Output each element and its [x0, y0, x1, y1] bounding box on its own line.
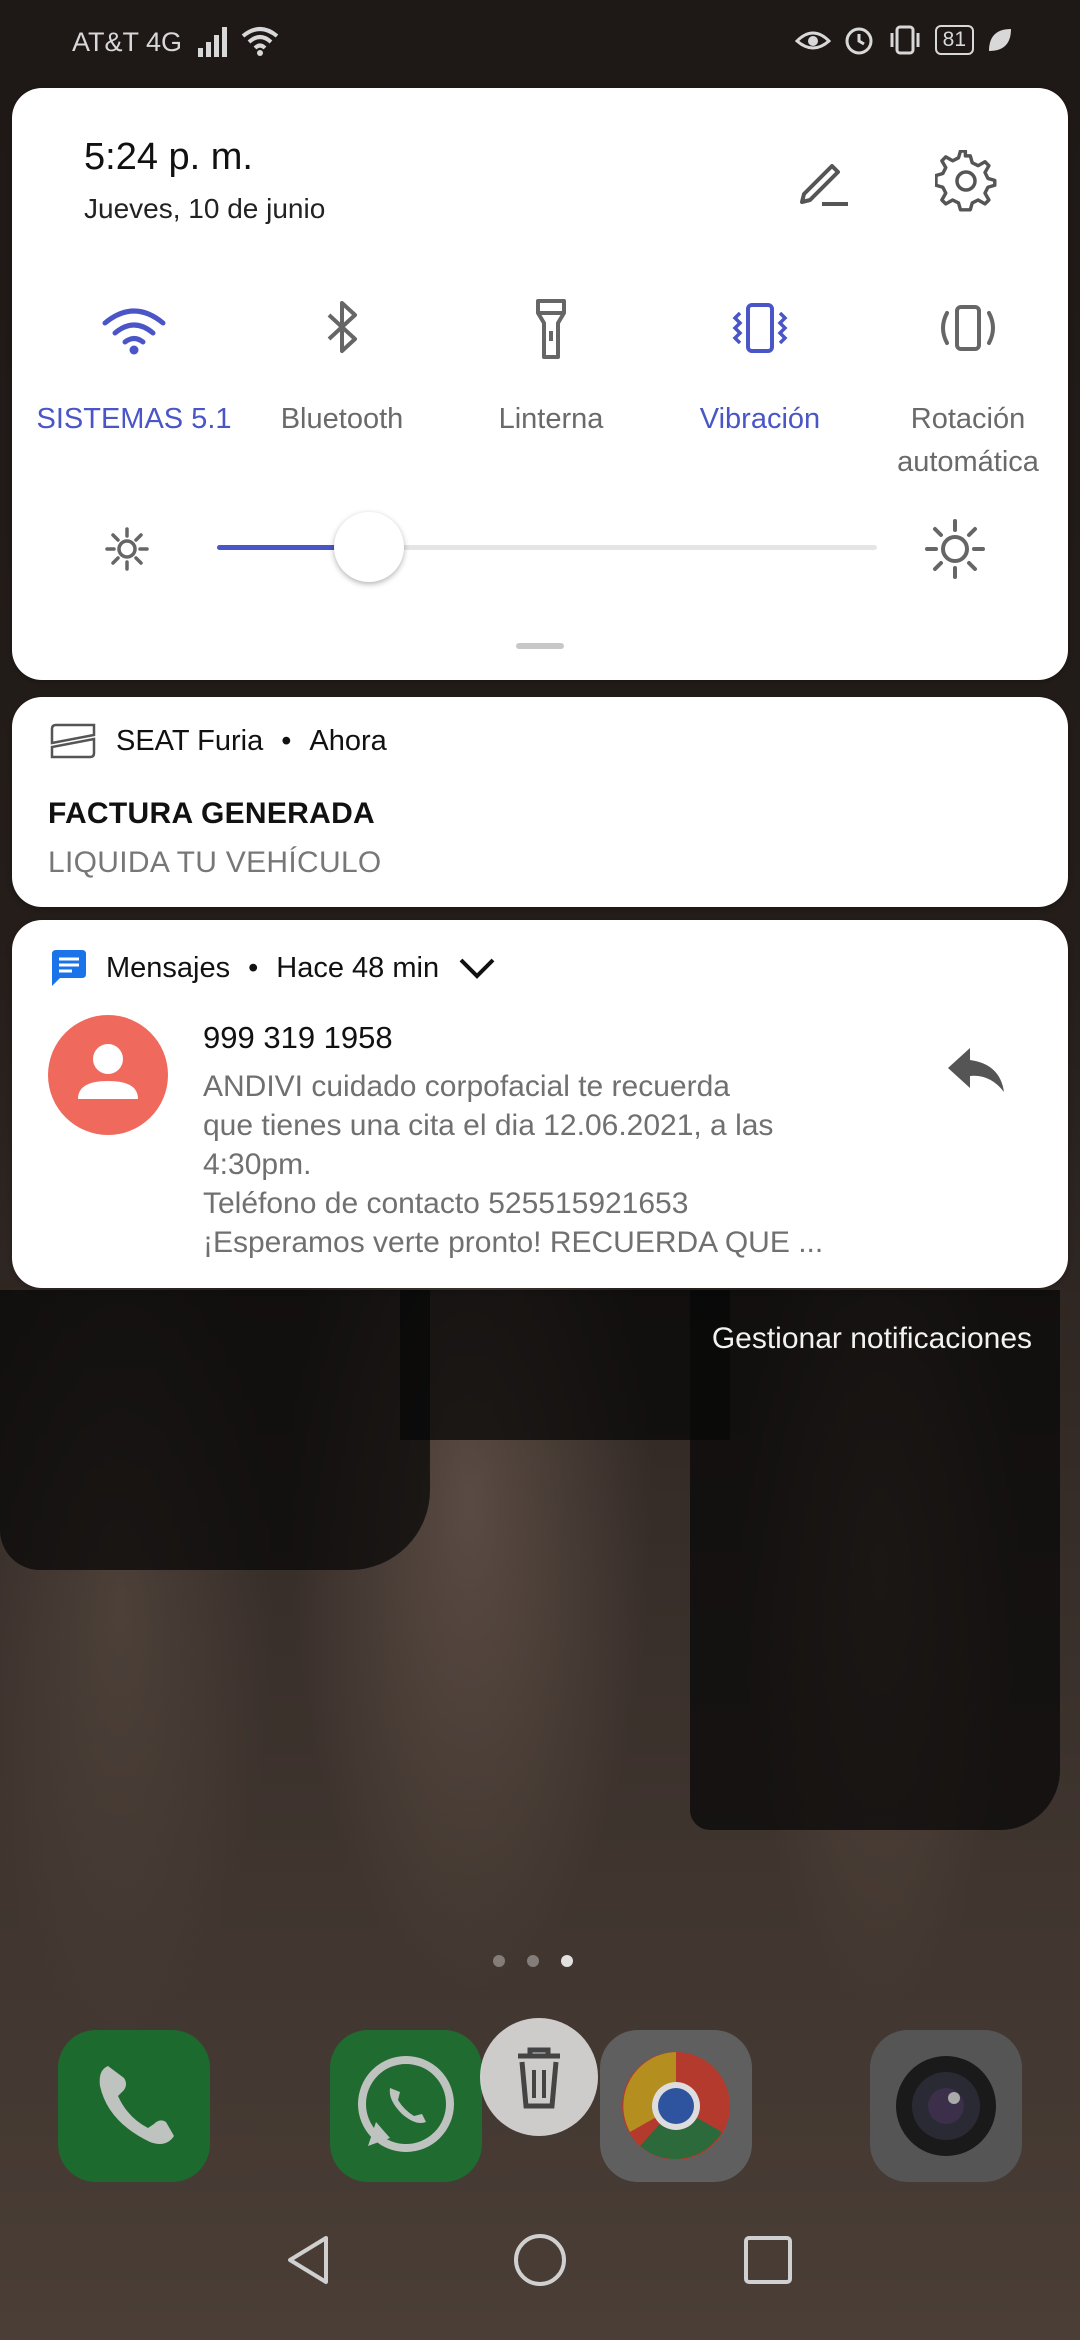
alarm-icon [845, 27, 873, 55]
separator-dot: • [281, 724, 292, 757]
status-bar: AT&T 4G 81 [0, 0, 1080, 88]
tile-label: Vibración [699, 403, 821, 435]
leaf-icon [989, 29, 1011, 51]
chrome-app-icon[interactable] [600, 2030, 752, 2182]
notification-time: Ahora [309, 724, 387, 757]
tile-wifi[interactable]: SISTEMAS 5.1 [29, 293, 239, 441]
tile-flashlight[interactable]: Linterna [446, 293, 656, 441]
quick-settings-panel: 5:24 p. m. Jueves, 10 de junio SISTEMAS … [12, 88, 1068, 680]
camera-app-icon[interactable] [870, 2030, 1022, 2182]
wifi-icon [241, 27, 279, 56]
notification-text: LIQUIDA TU VEHÍCULO [48, 846, 382, 879]
home-icon[interactable] [510, 2230, 570, 2290]
page-dot [527, 1955, 539, 1967]
delete-button[interactable] [480, 2018, 598, 2136]
seat-logo-icon [50, 723, 96, 759]
page-dot [493, 1955, 505, 1967]
flashlight-icon [536, 299, 566, 359]
clock-date: Jueves, 10 de junio [84, 193, 326, 224]
notification-messages[interactable]: Mensajes • Hace 48 min 999 319 1958 ANDI… [12, 920, 1068, 1288]
message-line: ANDIVI cuidado corpofacial te recuerda [203, 1070, 730, 1103]
notification-title: FACTURA GENERADA [48, 797, 376, 830]
brightness-low-icon [105, 527, 149, 571]
notification-time: Hace 48 min [276, 951, 440, 984]
manage-notifications-link[interactable]: Gestionar notificaciones [712, 1322, 1032, 1356]
message-line: ¡Esperamos verte pronto! RECUERDA QUE ..… [203, 1226, 824, 1259]
notification-seat[interactable]: SEAT Furia • Ahora FACTURA GENERADA LIQU… [12, 697, 1068, 907]
person-icon [78, 1044, 138, 1099]
clock-time: 5:24 p. m. [84, 136, 253, 178]
battery-icon: 81 [934, 25, 974, 55]
notification-app-name: Mensajes [106, 951, 231, 984]
brightness-slider[interactable] [217, 512, 877, 582]
tile-auto-rotate[interactable]: Rotación automática [863, 293, 1073, 484]
wifi-icon [102, 308, 166, 355]
page-dot-active [561, 1955, 573, 1967]
messages-app-icon [52, 950, 86, 986]
brightness-high-icon [925, 519, 985, 579]
edit-icon[interactable] [792, 150, 852, 210]
avatar [48, 1015, 168, 1135]
recents-icon[interactable] [738, 2230, 798, 2290]
notification-header: SEAT Furia • Ahora [48, 721, 387, 761]
eye-comfort-icon [794, 31, 831, 50]
navigation-bar [0, 2180, 1080, 2340]
vibrate-icon [732, 303, 788, 353]
carrier-label: AT&T 4G [72, 27, 183, 57]
notification-app-name: SEAT Furia [116, 724, 264, 757]
tile-bluetooth[interactable]: Bluetooth [237, 293, 447, 441]
auto-rotate-icon [941, 305, 995, 351]
tile-label: Bluetooth [280, 403, 404, 435]
whatsapp-app-icon[interactable] [330, 2030, 482, 2182]
tile-label: Rotación automática [897, 403, 1039, 478]
tile-label: SISTEMAS 5.1 [36, 403, 232, 435]
phone-app-icon[interactable] [58, 2030, 210, 2182]
brightness-thumb[interactable] [333, 512, 404, 582]
back-icon[interactable] [278, 2230, 338, 2290]
separator-dot: • [248, 951, 259, 984]
brightness-row [12, 508, 1068, 588]
bluetooth-icon [327, 301, 357, 353]
reply-icon[interactable] [942, 1042, 1008, 1098]
vibrate-icon [890, 25, 920, 55]
tile-label: Linterna [498, 403, 604, 435]
message-sender: 999 319 1958 [203, 1020, 393, 1055]
notification-header: Mensajes • Hace 48 min [48, 948, 497, 988]
message-line: Teléfono de contacto 525515921653 [203, 1187, 689, 1220]
tile-vibration[interactable]: Vibración [655, 293, 865, 441]
page-indicator [493, 1955, 573, 1967]
gear-icon[interactable] [935, 150, 997, 212]
chevron-down-icon[interactable] [457, 954, 497, 982]
message-line: 4:30pm. [203, 1148, 312, 1181]
message-line: que tienes una cita el dia 12.06.2021, a… [203, 1109, 774, 1142]
signal-icon [198, 27, 227, 57]
drag-handle[interactable] [516, 643, 564, 649]
